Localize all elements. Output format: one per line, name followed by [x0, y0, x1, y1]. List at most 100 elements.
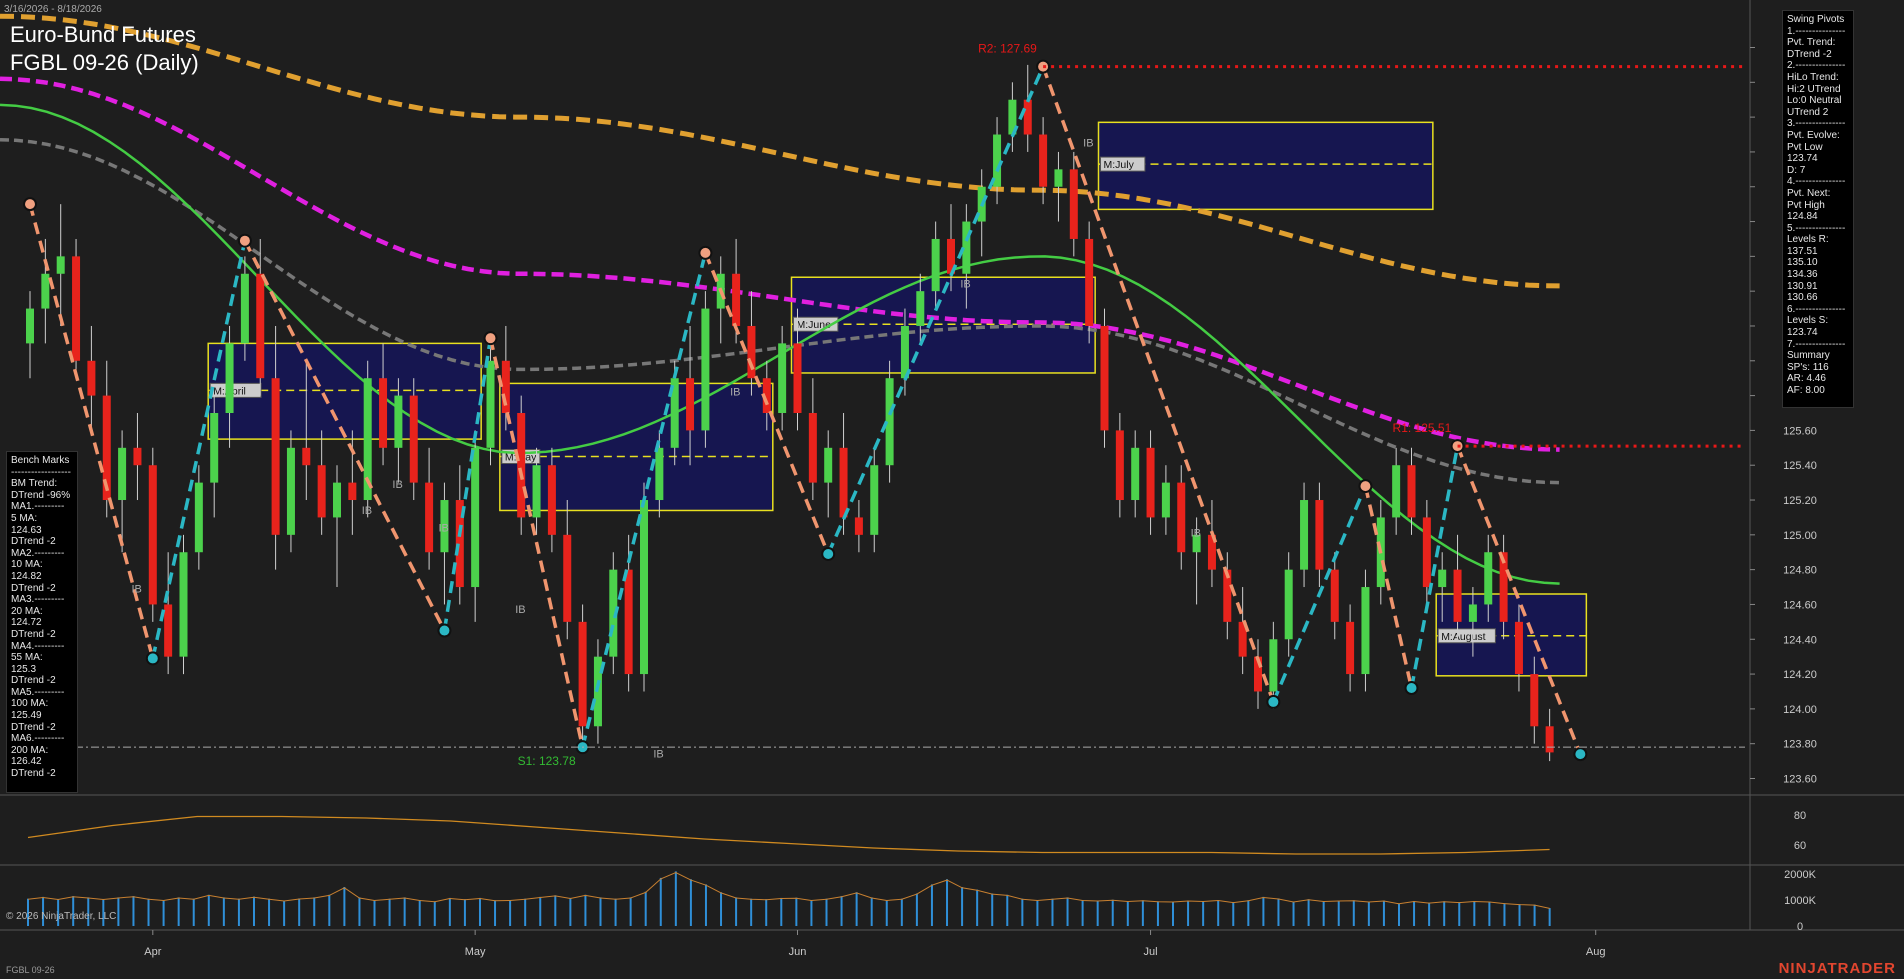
bench-line: 20 MA:: [11, 605, 43, 617]
bench-line: DTrend -2: [11, 628, 56, 640]
pivots-line: Hi:2 UTrend: [1787, 83, 1841, 95]
pivots-line: 123.74: [1787, 327, 1818, 339]
pivots-line: Pvt Low: [1787, 141, 1823, 153]
price-tick-label: 125.60: [1783, 425, 1817, 437]
bench-line: BM Trend:: [11, 478, 58, 490]
pivots-line: 123.74: [1787, 153, 1818, 165]
bench-line: MA2.---------: [11, 547, 65, 559]
price-tick-label: 123.80: [1783, 739, 1817, 751]
pivots-line: Pvt High: [1787, 199, 1825, 211]
volume-tick-label: 2000K: [1784, 869, 1816, 881]
candle-body: [808, 413, 817, 483]
bench-line: 125.49: [11, 710, 42, 722]
price-tick-label: 124.20: [1783, 669, 1817, 681]
candle-body: [1085, 238, 1094, 326]
bench-line: MA1.---------: [11, 501, 65, 513]
bench-line: DTrend -2: [11, 536, 56, 548]
bench-line: 124.72: [11, 617, 42, 629]
candle-body: [824, 447, 833, 483]
swing-pivot-low: [1404, 680, 1419, 695]
candle-body: [517, 413, 526, 518]
bench-line: DTrend -2: [11, 721, 56, 733]
ib-marker: IB: [1191, 528, 1201, 540]
candle-body: [793, 343, 802, 413]
candle-body: [1438, 569, 1447, 588]
candle-body: [41, 273, 50, 309]
candle-body: [1530, 674, 1539, 727]
pivots-line: 124.84: [1787, 211, 1818, 223]
candle-body: [931, 238, 940, 292]
candle-body: [870, 465, 879, 535]
price-tick-label: 125.40: [1783, 460, 1817, 472]
bench-line: 55 MA:: [11, 652, 43, 664]
candle-body: [732, 273, 741, 326]
swing-pivot-high: [237, 233, 252, 248]
ib-marker: IB: [653, 749, 663, 761]
candle-body: [686, 378, 695, 431]
ib-marker: IB: [960, 279, 970, 291]
date-tick-label: Jul: [1144, 946, 1158, 958]
date-tick-label: Jun: [789, 946, 807, 958]
chart-subtitle: FGBL 09-26 (Daily): [10, 50, 199, 75]
candle-body: [1269, 639, 1278, 692]
candle-body: [1361, 587, 1370, 675]
pivots-line: Pvt. Evolve:: [1787, 129, 1840, 141]
swing-pivot-low: [1266, 694, 1281, 709]
price-tick-label: 123.60: [1783, 774, 1817, 786]
bench-line: 125.3: [11, 663, 37, 675]
candle-body: [317, 465, 326, 518]
bench-line: 5 MA:: [11, 512, 38, 524]
candle-body: [1315, 500, 1324, 570]
pivots-line: 130.91: [1787, 280, 1818, 292]
bench-marks-panel: Bench Marks ------------------ BM Trend: DT…: [6, 451, 78, 793]
pivots-line: Lo:0 Neutral: [1787, 95, 1842, 107]
bench-line: 200 MA:: [11, 744, 49, 756]
pivots-line: Levels R:: [1787, 234, 1829, 246]
candle-body: [302, 447, 311, 466]
value-box-label: M:June: [797, 319, 832, 331]
candle-body: [379, 378, 388, 448]
pivots-line: HiLo Trend:: [1787, 71, 1839, 83]
copyright: © 2026 NinjaTrader, LLC: [6, 911, 117, 922]
bench-line: Bench Marks: [11, 455, 70, 466]
candle-body: [164, 604, 173, 657]
date-range: 3/16/2026 - 8/18/2026: [4, 4, 102, 15]
bench-line: DTrend -2: [11, 768, 56, 780]
pivots-line: AR: 4.46: [1787, 373, 1826, 385]
chart-canvas[interactable]: 127.80127.60127.40127.20127.00126.80126.…: [0, 0, 1904, 979]
swing-pivot-low: [1573, 747, 1588, 762]
swing-pivot-high: [1358, 479, 1373, 494]
candle-body: [532, 465, 541, 518]
price-tick-label: 124.00: [1783, 704, 1817, 716]
value-box: [1097, 121, 1434, 211]
level-label: S1: 123.78: [518, 754, 576, 768]
candle-body: [1146, 447, 1155, 518]
candle-body: [56, 256, 65, 274]
candle-body: [640, 500, 648, 675]
volume-ma-line: [27, 871, 1550, 909]
price-tick-label: 124.80: [1783, 565, 1817, 577]
pivots-line: 5.---------------: [1787, 222, 1846, 234]
chart-title: Euro-Bund Futures: [10, 22, 196, 47]
price-tick-label: 124.60: [1783, 599, 1817, 611]
pivots-line: 130.66: [1787, 292, 1818, 304]
candle-body: [916, 291, 925, 326]
candle-body: [148, 465, 157, 605]
candle-body: [26, 308, 34, 344]
candle-body: [1300, 500, 1309, 570]
bench-line: MA3.---------: [11, 594, 65, 606]
candle-body: [471, 447, 480, 588]
candle-body: [701, 308, 710, 431]
swing-pivot-low: [437, 623, 452, 638]
date-tick-label: Aug: [1586, 946, 1606, 958]
level-label: R2: 127.69: [978, 42, 1037, 56]
candle-body: [1514, 621, 1523, 675]
ib-marker: IB: [515, 604, 525, 616]
candle-body: [409, 395, 418, 483]
candle-body: [133, 447, 142, 466]
oscillator-tick-label: 60: [1794, 840, 1806, 852]
candle-body: [394, 395, 403, 448]
swing-pivot-low: [145, 651, 160, 666]
candle-body: [1161, 482, 1170, 518]
candle-body: [333, 482, 341, 518]
